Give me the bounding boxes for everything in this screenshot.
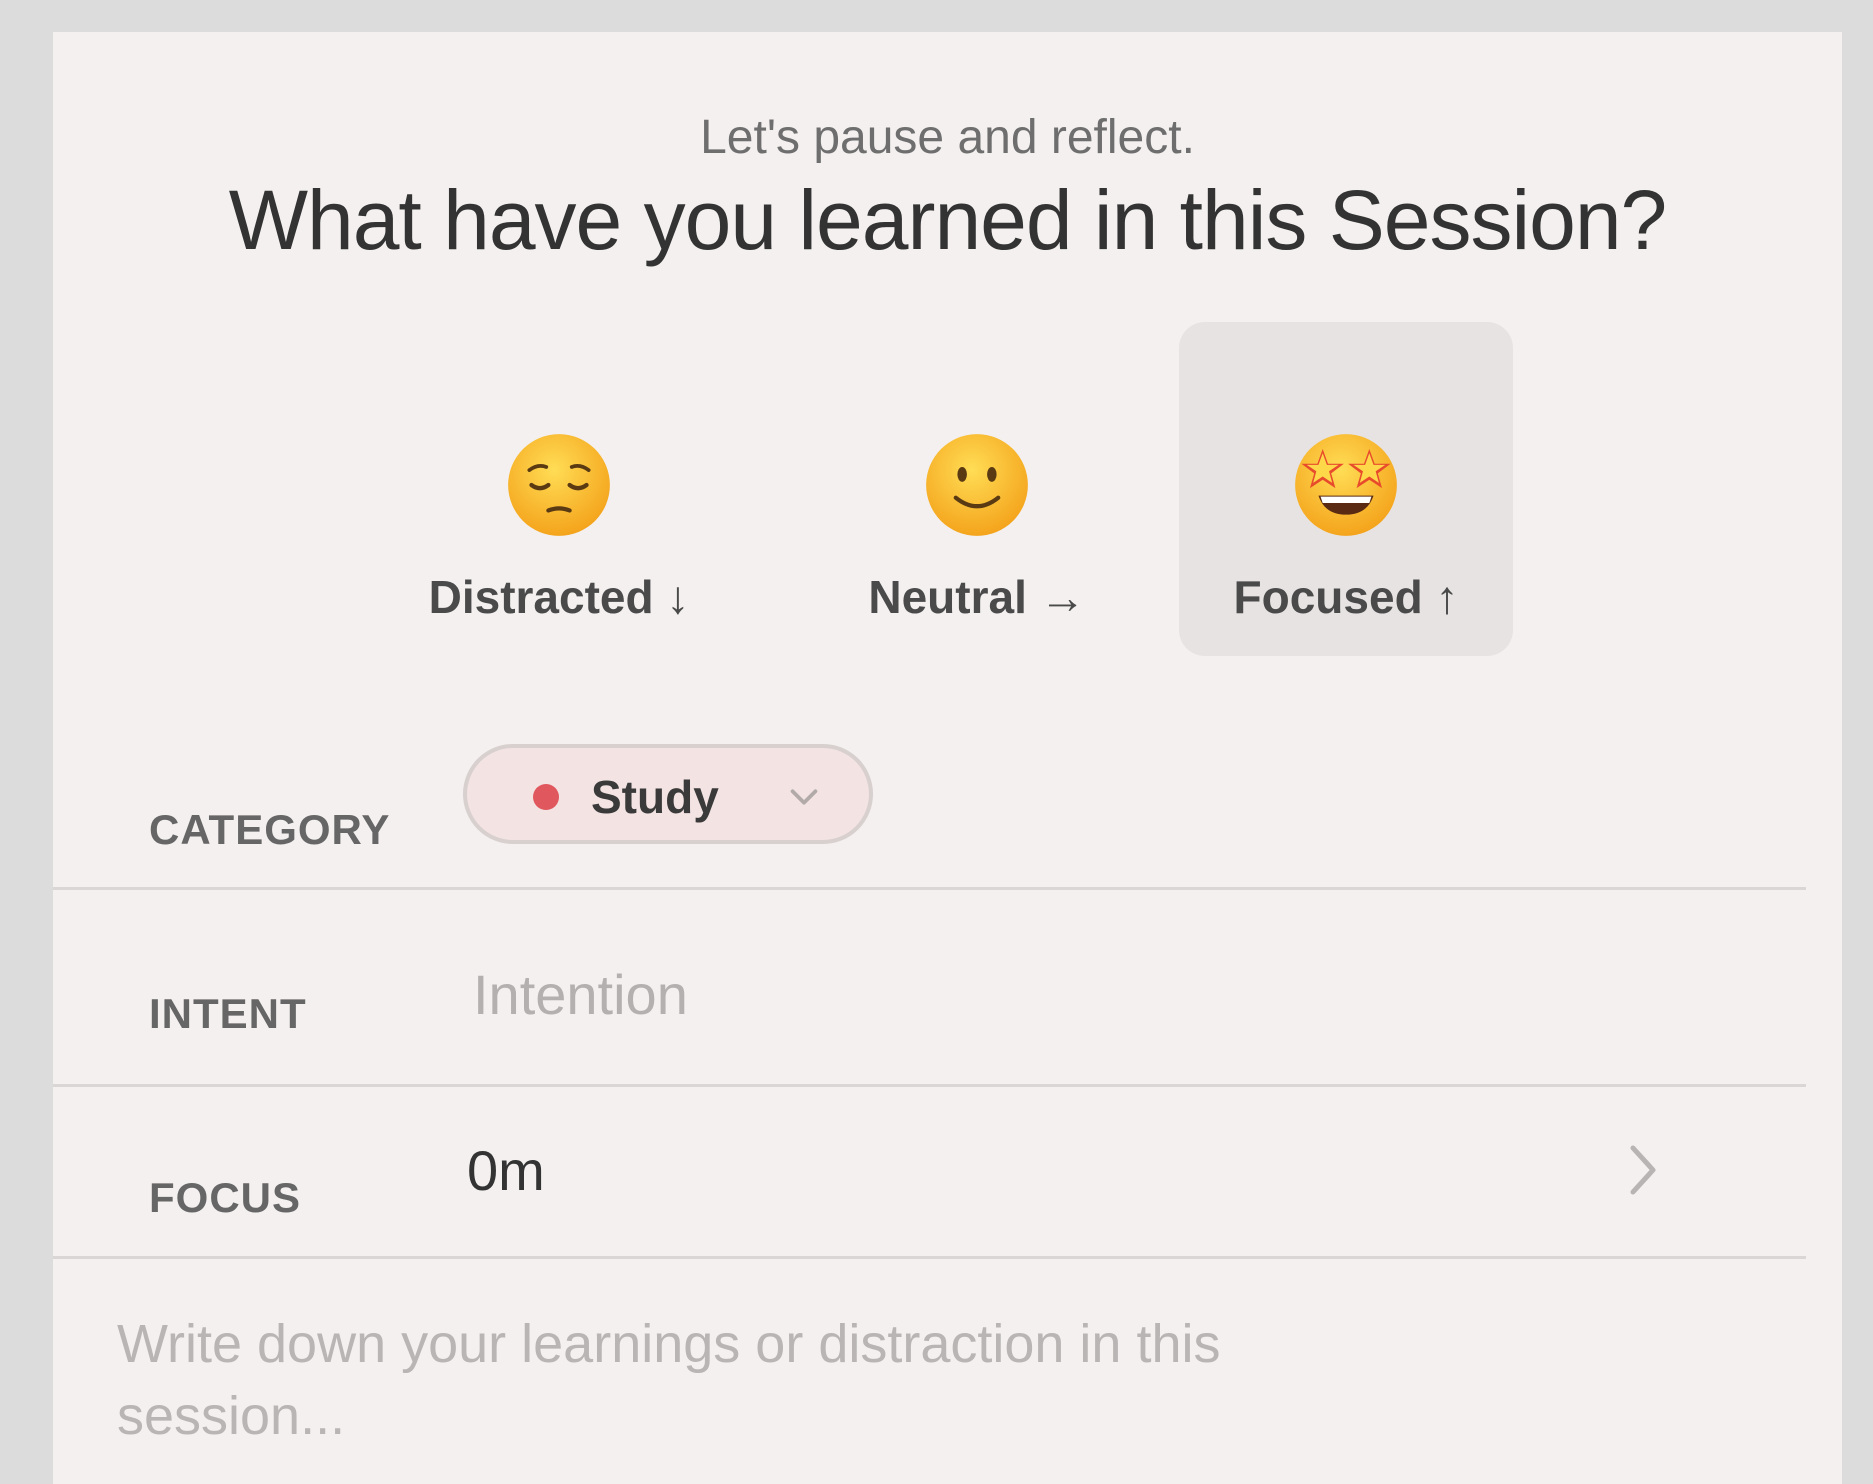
divider bbox=[53, 1084, 1806, 1087]
category-color-dot bbox=[533, 784, 559, 810]
mood-label-focused: Focused ↑ bbox=[1233, 571, 1459, 623]
mood-label-distracted: Distracted ↓ bbox=[428, 571, 690, 623]
page-subtitle: Let's pause and reflect. bbox=[700, 111, 1195, 164]
divider bbox=[53, 887, 1806, 890]
page-title: What have you learned in this Session? bbox=[228, 173, 1668, 267]
star-struck-face-icon bbox=[1295, 434, 1397, 536]
mood-option-focused[interactable]: Focused ↑ bbox=[1179, 322, 1513, 656]
focus-duration-value: 0m bbox=[467, 1139, 545, 1202]
pensive-face-icon bbox=[508, 434, 610, 536]
slightly-smiling-face-icon bbox=[926, 434, 1028, 536]
reflection-panel: Let's pause and reflect. What have you l… bbox=[53, 32, 1842, 1484]
chevron-right-icon[interactable] bbox=[1623, 1140, 1663, 1200]
learnings-notes-textarea[interactable] bbox=[117, 1308, 1317, 1478]
chevron-down-icon bbox=[790, 789, 818, 805]
intent-label: INTENT bbox=[149, 990, 307, 1037]
mood-option-distracted[interactable]: Distracted ↓ bbox=[392, 322, 726, 656]
focus-label: FOCUS bbox=[149, 1174, 301, 1221]
mood-option-neutral[interactable]: Neutral → bbox=[810, 322, 1144, 656]
category-selector[interactable]: Study bbox=[463, 744, 873, 844]
intent-input[interactable] bbox=[473, 954, 1673, 1034]
mood-label-neutral: Neutral → bbox=[868, 571, 1086, 623]
divider bbox=[53, 1256, 1806, 1259]
category-label: CATEGORY bbox=[149, 806, 391, 853]
category-value: Study bbox=[591, 771, 719, 823]
